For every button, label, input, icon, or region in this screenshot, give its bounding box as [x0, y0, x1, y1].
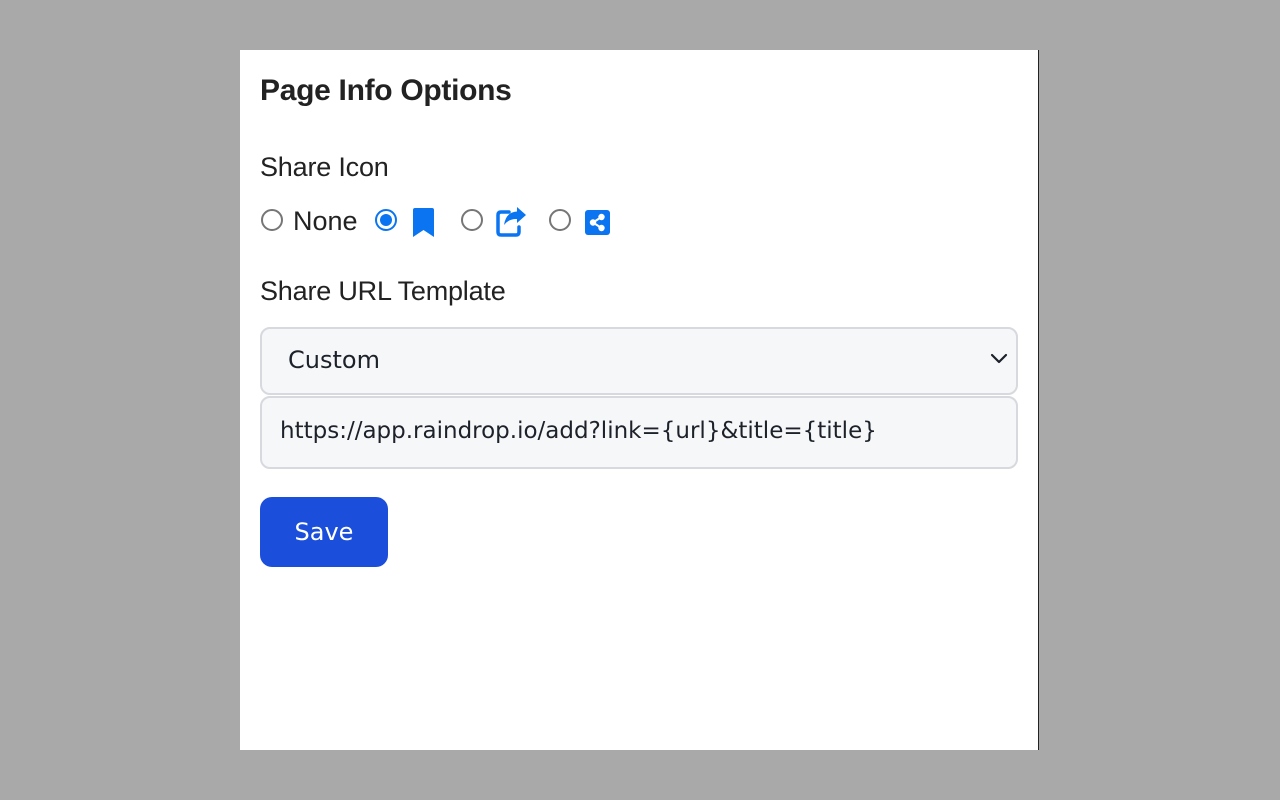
share-url-template-input[interactable]: https://app.raindrop.io/add?link={url}&t… — [260, 396, 1018, 469]
share-icon-label: Share Icon — [260, 152, 389, 182]
select-value: Custom — [288, 346, 380, 374]
bookmark-icon[interactable] — [413, 208, 434, 237]
radio-none-label: None — [293, 206, 358, 236]
page-title: Page Info Options — [260, 74, 512, 107]
radio-bookmark[interactable] — [375, 209, 397, 231]
chevron-down-icon — [990, 353, 1008, 364]
options-panel: Page Info Options Share Icon None Share … — [240, 50, 1039, 750]
radio-share-arrow[interactable] — [461, 209, 483, 231]
url-template-value: https://app.raindrop.io/add?link={url}&t… — [280, 418, 877, 444]
share-arrow-icon[interactable] — [495, 205, 527, 237]
radio-none[interactable] — [261, 209, 283, 231]
share-url-template-select[interactable]: Custom — [260, 327, 1018, 395]
share-url-template-label: Share URL Template — [260, 276, 506, 306]
radio-share-nodes[interactable] — [549, 209, 571, 231]
share-nodes-icon[interactable] — [585, 210, 610, 235]
save-button[interactable]: Save — [260, 497, 388, 567]
